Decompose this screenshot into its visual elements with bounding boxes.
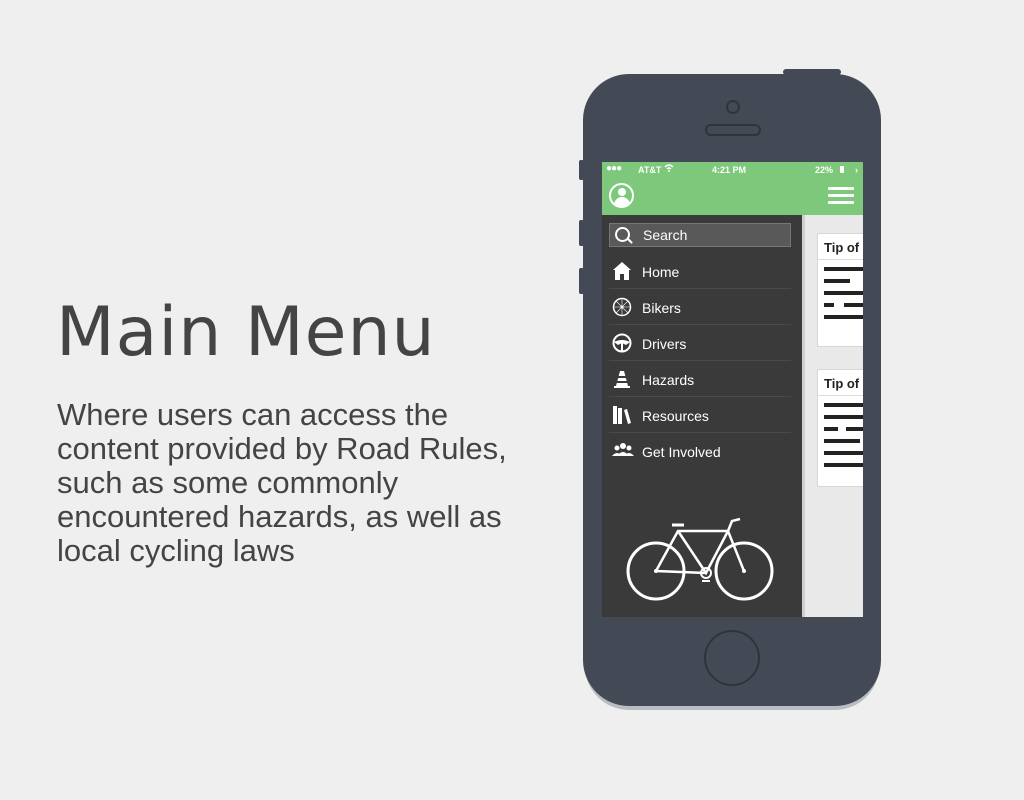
bike-wheel-icon bbox=[612, 297, 632, 317]
search-input[interactable]: Search bbox=[609, 223, 791, 247]
menu-item-label: Get Involved bbox=[642, 444, 721, 460]
drawer-shadow bbox=[802, 215, 805, 617]
tip-card-title: Tip of bbox=[824, 240, 860, 255]
mute-switch bbox=[579, 160, 584, 180]
text-line bbox=[824, 267, 863, 271]
main-menu-list: Home Bikers Drivers Hazards Resources Ge… bbox=[602, 253, 802, 469]
wifi-icon bbox=[664, 164, 674, 174]
tip-card[interactable]: Tip of bbox=[817, 233, 863, 347]
people-icon bbox=[612, 441, 634, 461]
text-line bbox=[824, 303, 834, 307]
home-icon bbox=[612, 261, 632, 281]
text-line bbox=[824, 315, 863, 319]
carrier-label: AT&T bbox=[638, 165, 662, 175]
side-drawer: Search Home Bikers Drivers Hazards Resou… bbox=[602, 215, 802, 617]
menu-item-home[interactable]: Home bbox=[609, 253, 791, 289]
text-line bbox=[824, 291, 863, 295]
steering-wheel-icon bbox=[612, 333, 632, 353]
text-line bbox=[846, 427, 863, 431]
menu-item-bikers[interactable]: Bikers bbox=[609, 289, 791, 325]
profile-icon[interactable] bbox=[609, 183, 634, 208]
menu-item-label: Bikers bbox=[642, 300, 681, 316]
front-camera bbox=[726, 100, 740, 114]
text-line bbox=[824, 415, 863, 419]
search-placeholder: Search bbox=[643, 227, 688, 243]
text-line bbox=[824, 403, 863, 407]
promo-title: Main Menu bbox=[56, 293, 436, 372]
home-button bbox=[704, 630, 760, 686]
text-line bbox=[844, 303, 863, 307]
hamburger-menu-icon[interactable] bbox=[828, 187, 854, 207]
text-line bbox=[824, 279, 850, 283]
menu-item-label: Hazards bbox=[642, 372, 695, 388]
volume-up-button bbox=[579, 220, 584, 246]
text-line bbox=[824, 451, 863, 455]
clock-label: 4:21 PM bbox=[712, 165, 747, 175]
tip-card-title: Tip of bbox=[824, 376, 860, 391]
books-icon bbox=[612, 405, 632, 425]
tip-card[interactable]: Tip of bbox=[817, 369, 863, 487]
bluetooth-icon: › bbox=[855, 165, 858, 175]
text-line bbox=[824, 463, 863, 467]
menu-item-label: Drivers bbox=[642, 336, 687, 352]
phone-mockup: ●●● AT&T 4:21 PM 22% › Tip of Tip of Sea… bbox=[579, 69, 881, 706]
menu-item-label: Home bbox=[642, 264, 680, 280]
app-header bbox=[602, 178, 863, 215]
menu-item-get-involved[interactable]: Get Involved bbox=[609, 433, 791, 469]
battery-label: 22% bbox=[815, 165, 834, 175]
signal-icon: ●●● bbox=[606, 163, 622, 174]
menu-item-label: Resources bbox=[642, 408, 709, 424]
menu-item-resources[interactable]: Resources bbox=[609, 397, 791, 433]
menu-item-drivers[interactable]: Drivers bbox=[609, 325, 791, 361]
phone-screen: ●●● AT&T 4:21 PM 22% › Tip of Tip of Sea… bbox=[602, 162, 863, 617]
text-line bbox=[824, 439, 860, 443]
battery-icon bbox=[840, 166, 844, 173]
search-icon bbox=[615, 227, 630, 242]
text-line bbox=[824, 427, 838, 431]
power-button bbox=[783, 69, 841, 75]
bicycle-illustration bbox=[626, 517, 774, 601]
earpiece-speaker bbox=[705, 124, 761, 136]
status-bar: ●●● AT&T 4:21 PM 22% › bbox=[602, 162, 863, 178]
traffic-cone-icon bbox=[612, 369, 632, 389]
menu-item-hazards[interactable]: Hazards bbox=[609, 361, 791, 397]
volume-down-button bbox=[579, 268, 584, 294]
promo-description: Where users can access the content provi… bbox=[57, 397, 507, 568]
